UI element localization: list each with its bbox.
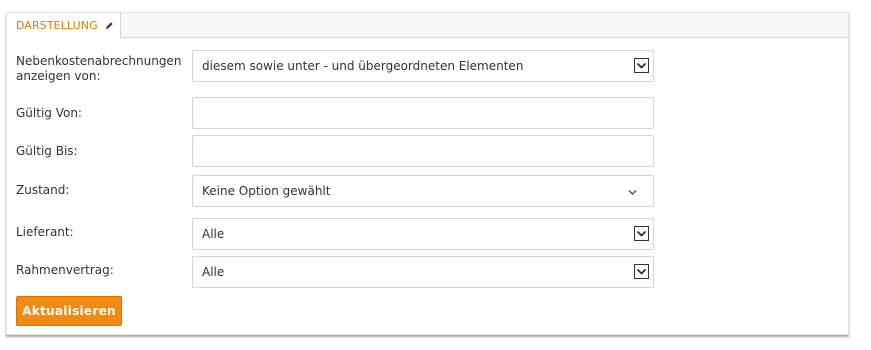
gueltig-von-input[interactable] [192, 97, 654, 129]
nebenkosten-selected-value: diesem sowie unter - und übergeordneten … [202, 59, 524, 73]
chevron-down-icon[interactable] [628, 186, 637, 195]
dropdown-arrow-icon[interactable] [634, 226, 649, 241]
gueltig-bis-input[interactable] [192, 135, 654, 167]
tab-darstellung[interactable]: DARSTELLUNG [7, 13, 121, 38]
pencil-icon[interactable] [105, 14, 114, 39]
lieferant-selected-value: Alle [202, 227, 225, 241]
tab-label: DARSTELLUNG [16, 19, 98, 32]
zustand-selected-value: Keine Option gewählt [202, 184, 331, 198]
aktualisieren-button[interactable]: Aktualisieren [16, 296, 122, 326]
rahmenvertrag-selected-value: Alle [202, 265, 225, 279]
zustand-label: Zustand: [16, 183, 70, 197]
nebenkosten-select[interactable]: diesem sowie unter - und übergeordneten … [192, 50, 654, 82]
dropdown-arrow-icon[interactable] [634, 264, 649, 279]
display-panel: DARSTELLUNG Nebenkostenabrechnungen anze… [6, 12, 849, 335]
rahmenvertrag-label: Rahmenvertrag: [16, 263, 114, 277]
tab-bar: DARSTELLUNG [7, 13, 848, 38]
dropdown-arrow-icon[interactable] [634, 58, 649, 73]
zustand-multiselect[interactable]: Keine Option gewählt [192, 175, 654, 207]
nebenkosten-label: Nebenkostenabrechnungen anzeigen von: [16, 54, 182, 83]
rahmenvertrag-select[interactable]: Alle [192, 256, 654, 288]
lieferant-select[interactable]: Alle [192, 218, 654, 250]
gueltig-von-label: Gültig Von: [16, 106, 82, 120]
lieferant-label: Lieferant: [16, 225, 74, 239]
gueltig-bis-label: Gültig Bis: [16, 144, 78, 158]
